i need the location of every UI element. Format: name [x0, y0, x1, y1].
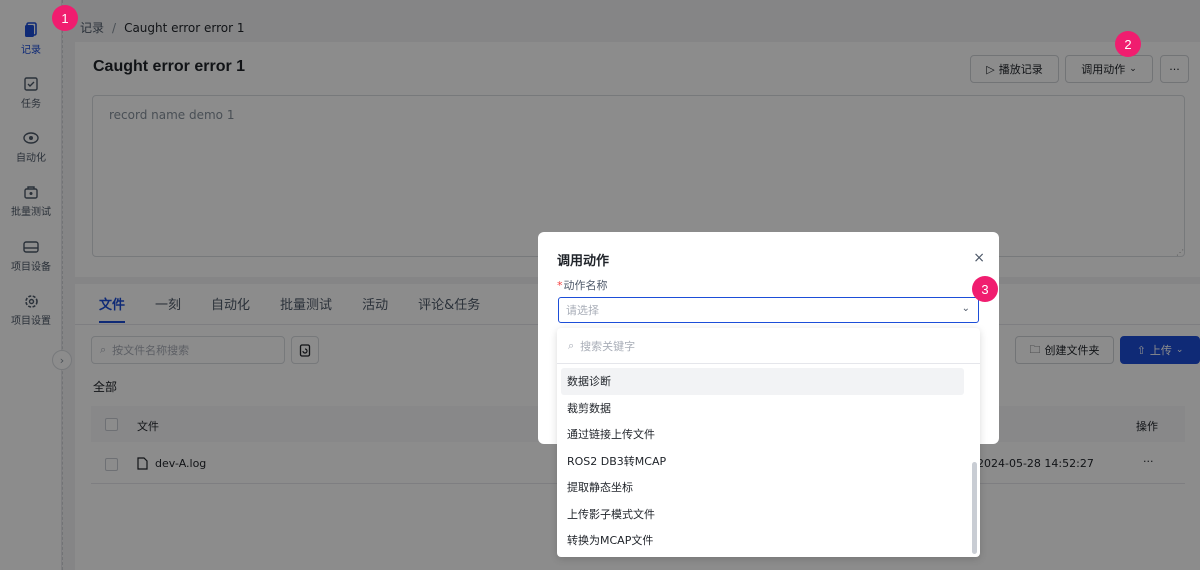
- select-placeholder: 请选择: [566, 304, 599, 317]
- chevron-down-icon: ⌄: [961, 303, 970, 314]
- action-name-label-text: 动作名称: [563, 279, 608, 292]
- dropdown-option[interactable]: 裁剪数据: [561, 395, 964, 422]
- dropdown-option[interactable]: 通过链接上传文件: [561, 421, 964, 448]
- scrollbar-thumb[interactable]: [972, 462, 977, 554]
- action-name-label: *动作名称: [557, 277, 608, 293]
- action-dropdown: ⌕ 搜索关键字 数据诊断 裁剪数据 通过链接上传文件 ROS2 DB3转MCAP…: [557, 328, 980, 557]
- dropdown-option-list: 数据诊断 裁剪数据 通过链接上传文件 ROS2 DB3转MCAP 提取静态坐标 …: [561, 368, 964, 554]
- modal-title: 调用动作: [557, 254, 610, 269]
- dropdown-option[interactable]: 转换为MCAP文件: [561, 527, 964, 554]
- annotation-marker-2: 2: [1115, 31, 1141, 57]
- search-icon: ⌕: [568, 338, 575, 352]
- dropdown-option[interactable]: 提取静态坐标: [561, 474, 964, 501]
- close-icon[interactable]: ×: [973, 250, 985, 266]
- dropdown-option[interactable]: 数据诊断: [561, 368, 964, 395]
- action-name-select[interactable]: 请选择 ⌄: [558, 297, 979, 323]
- dropdown-scrollbar[interactable]: [969, 366, 977, 554]
- required-mark: *: [557, 279, 563, 292]
- dropdown-search-placeholder: 搜索关键字: [580, 339, 636, 353]
- dropdown-option[interactable]: ROS2 DB3转MCAP: [561, 448, 964, 475]
- annotation-marker-1: 1: [52, 5, 78, 31]
- dropdown-option[interactable]: 上传影子模式文件: [561, 501, 964, 528]
- annotation-marker-3: 3: [972, 276, 998, 302]
- dropdown-search-input[interactable]: ⌕ 搜索关键字: [557, 328, 980, 364]
